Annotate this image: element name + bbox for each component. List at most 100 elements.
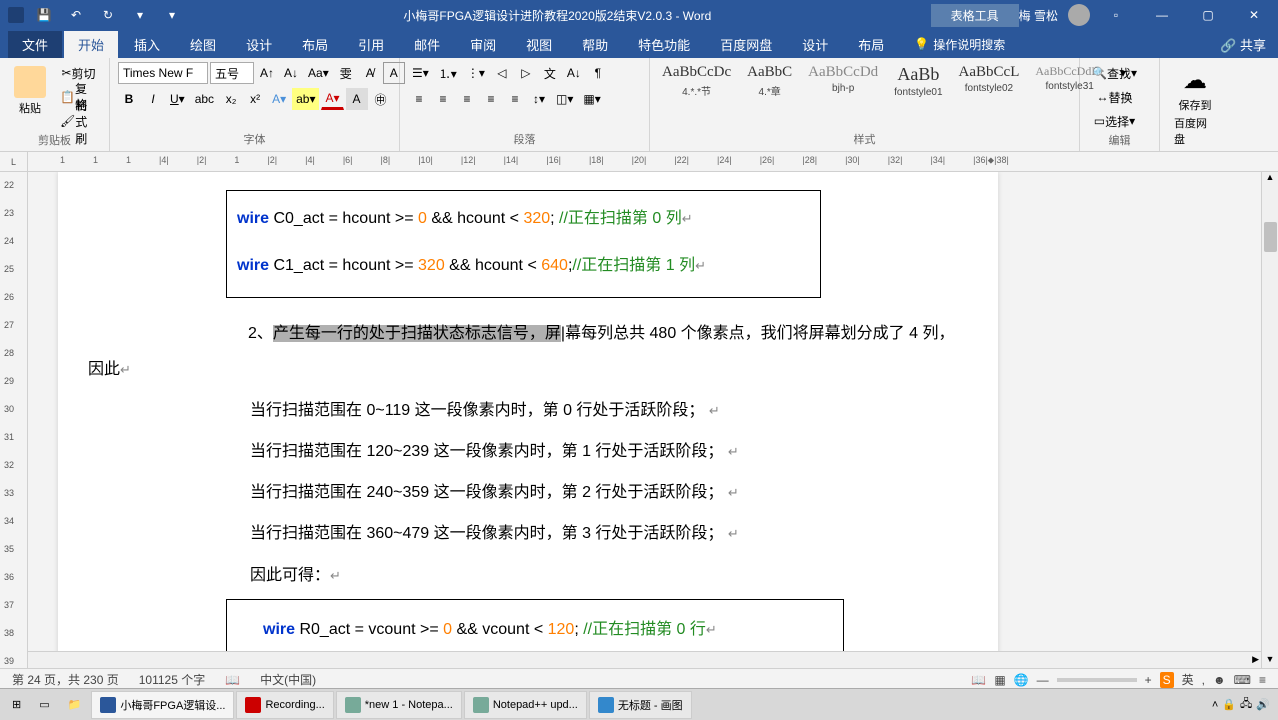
vertical-scrollbar[interactable]: ▲ ▼: [1261, 172, 1278, 668]
line-spacing-icon[interactable]: ↕▾: [528, 88, 550, 110]
text-direction-icon[interactable]: 文: [539, 62, 561, 84]
tab-home[interactable]: 开始: [64, 31, 118, 58]
sort-icon[interactable]: A↓: [563, 62, 585, 84]
horizontal-ruler[interactable]: L 111|4||2|1|2||4||6||8||10||12||14||16|…: [0, 152, 1278, 172]
subscript-button[interactable]: x₂: [220, 88, 242, 110]
tab-file[interactable]: 文件: [8, 31, 62, 58]
style-item-4[interactable]: AaBbCcLfontstyle02: [955, 62, 1024, 100]
baidu-save-button[interactable]: ☁ 保存到 百度网盘: [1168, 62, 1222, 151]
tab-help[interactable]: 帮助: [568, 31, 622, 58]
clear-format-icon[interactable]: A̸: [359, 62, 381, 84]
maximize-button[interactable]: ▢: [1188, 0, 1228, 30]
explorer-button[interactable]: 📁: [60, 691, 90, 719]
justify-icon[interactable]: ≡: [480, 88, 502, 110]
save-icon[interactable]: 💾: [32, 3, 56, 27]
multilevel-icon[interactable]: ⋮▾: [463, 62, 489, 84]
paste-button[interactable]: 粘贴: [8, 62, 52, 120]
task-notepad1[interactable]: *new 1 - Notepa...: [336, 691, 462, 719]
task-view-button[interactable]: ▭: [31, 691, 57, 719]
change-case-icon[interactable]: Aa▾: [304, 62, 333, 84]
tab-mailings[interactable]: 邮件: [400, 31, 454, 58]
style-item-0[interactable]: AaBbCcDc4.*.*节: [658, 62, 735, 100]
tray-up-icon[interactable]: ˄: [1212, 699, 1218, 711]
document-page[interactable]: wire C0_act = hcount >= 0 && hcount < 32…: [58, 172, 998, 668]
text-effects-icon[interactable]: A▾: [268, 88, 290, 110]
task-notepad2[interactable]: Notepad++ upd...: [464, 691, 587, 719]
redo-icon[interactable]: ↻: [96, 3, 120, 27]
page-status[interactable]: 第 24 页，共 230 页: [12, 671, 119, 688]
tab-insert[interactable]: 插入: [120, 31, 174, 58]
superscript-button[interactable]: x²: [244, 88, 266, 110]
bold-button[interactable]: B: [118, 88, 140, 110]
style-item-1[interactable]: AaBbC4.*章: [743, 62, 796, 100]
increase-indent-icon[interactable]: ▷: [515, 62, 537, 84]
decrease-indent-icon[interactable]: ◁: [491, 62, 513, 84]
tab-design[interactable]: 设计: [232, 31, 286, 58]
ime-punct-icon[interactable]: ,: [1202, 673, 1205, 687]
align-center-icon[interactable]: ≡: [432, 88, 454, 110]
strike-button[interactable]: abc: [191, 88, 218, 110]
show-marks-icon[interactable]: ¶: [587, 62, 609, 84]
enclose-char-icon[interactable]: ㊥: [370, 88, 392, 110]
task-recording[interactable]: Recording...: [236, 691, 333, 719]
shrink-font-icon[interactable]: A↓: [280, 62, 302, 84]
tab-baidu[interactable]: 百度网盘: [706, 31, 786, 58]
phonetic-icon[interactable]: 雯: [335, 62, 357, 84]
ime-settings-icon[interactable]: ≡: [1259, 673, 1266, 687]
underline-button[interactable]: U▾: [166, 88, 189, 110]
ime-lang[interactable]: 英: [1182, 671, 1194, 688]
font-name-select[interactable]: [118, 62, 208, 84]
tab-view[interactable]: 视图: [512, 31, 566, 58]
align-right-icon[interactable]: ≡: [456, 88, 478, 110]
minimize-button[interactable]: —: [1142, 0, 1182, 30]
shading-icon[interactable]: ◫▾: [552, 88, 577, 110]
start-button[interactable]: ⊞: [4, 691, 29, 719]
close-button[interactable]: ✕: [1234, 0, 1274, 30]
undo-icon[interactable]: ↶: [64, 3, 88, 27]
system-tray[interactable]: ˄ 🔒 🖧 🔊: [1212, 695, 1274, 714]
highlight-icon[interactable]: ab▾: [292, 88, 319, 110]
avatar[interactable]: [1068, 4, 1090, 26]
tray-safe-icon[interactable]: 🔒: [1222, 698, 1236, 711]
dropdown-icon[interactable]: ▾: [128, 3, 152, 27]
language-status[interactable]: 中文(中国): [260, 671, 316, 688]
vertical-ruler[interactable]: 22 23 24 25 26 27 28 29 30 31 32 33 34 3…: [0, 172, 28, 668]
print-layout-icon[interactable]: ▦: [994, 673, 1005, 687]
grow-font-icon[interactable]: A↑: [256, 62, 278, 84]
styles-gallery[interactable]: AaBbCcDc4.*.*节 AaBbC4.*章 AaBbCcDdbjh-p A…: [658, 62, 1108, 100]
select-button[interactable]: ▭ 选择▾: [1088, 110, 1141, 132]
tab-layout[interactable]: 布局: [288, 31, 342, 58]
zoom-out-icon[interactable]: —: [1037, 673, 1049, 687]
ime-sogou-icon[interactable]: S: [1160, 672, 1174, 688]
tab-draw[interactable]: 绘图: [176, 31, 230, 58]
web-layout-icon[interactable]: 🌐: [1014, 673, 1029, 687]
share-button[interactable]: 🔗 共享: [1220, 35, 1266, 54]
tab-references[interactable]: 引用: [344, 31, 398, 58]
tab-review[interactable]: 审阅: [456, 31, 510, 58]
scroll-thumb[interactable]: [1264, 222, 1277, 252]
task-paint[interactable]: 无标题 - 画图: [589, 691, 692, 719]
replace-button[interactable]: ↔ 替换: [1088, 86, 1141, 108]
tell-me-search[interactable]: 💡 操作说明搜索: [914, 36, 1005, 53]
format-painter-button[interactable]: 🖌 格式刷: [56, 110, 101, 132]
align-left-icon[interactable]: ≡: [408, 88, 430, 110]
ime-emoji-icon[interactable]: ☻: [1213, 673, 1226, 687]
tab-table-design[interactable]: 设计: [788, 31, 842, 58]
horizontal-scrollbar[interactable]: ▶: [28, 651, 1261, 668]
task-word[interactable]: 小梅哥FPGA逻辑设...: [91, 691, 234, 719]
ime-keyboard-icon[interactable]: ⌨: [1234, 673, 1251, 687]
touch-icon[interactable]: ▾: [160, 3, 184, 27]
tab-table-layout[interactable]: 布局: [844, 31, 898, 58]
style-item-2[interactable]: AaBbCcDdbjh-p: [804, 62, 882, 100]
font-size-select[interactable]: [210, 62, 254, 84]
find-button[interactable]: 🔍 查找▾: [1088, 62, 1141, 84]
read-mode-icon[interactable]: 📖: [971, 673, 986, 687]
word-count[interactable]: 101125 个字: [139, 671, 206, 688]
distributed-icon[interactable]: ≡: [504, 88, 526, 110]
tray-net-icon[interactable]: 🖧: [1240, 695, 1252, 714]
zoom-in-icon[interactable]: +: [1145, 673, 1152, 687]
char-shading-icon[interactable]: A: [346, 88, 368, 110]
tray-vol-icon[interactable]: 🔊: [1256, 698, 1270, 711]
ribbon-options-icon[interactable]: ▫: [1096, 0, 1136, 30]
numbering-icon[interactable]: ⒈▾: [435, 62, 461, 84]
